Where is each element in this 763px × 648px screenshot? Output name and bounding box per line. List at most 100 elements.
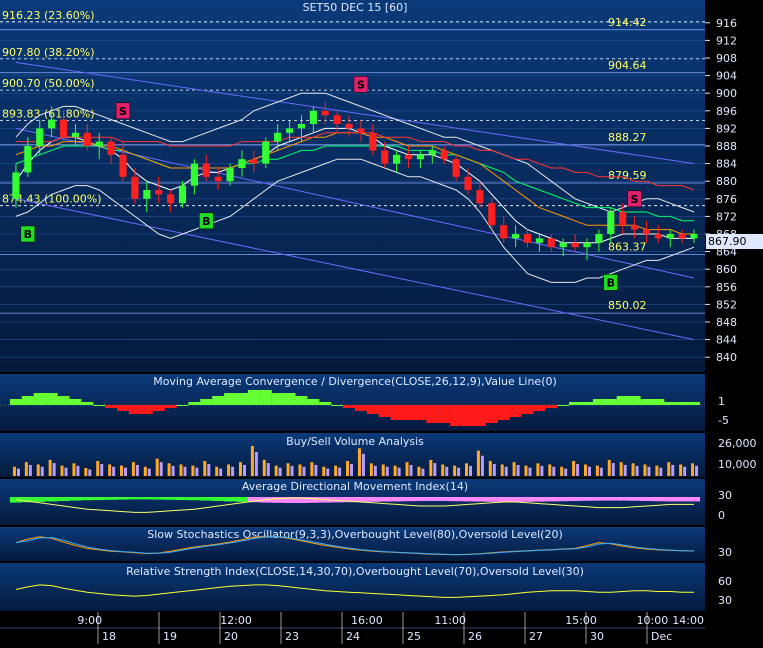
volume-buy-bar	[476, 450, 480, 476]
volume-buy-bar	[524, 465, 528, 476]
volume-buy-bar	[48, 459, 52, 476]
volume-sell-bar	[242, 464, 246, 476]
candle-body	[416, 154, 424, 160]
adx-band	[557, 497, 570, 502]
level-label: 888.27	[608, 131, 647, 144]
candle-body	[404, 154, 413, 160]
volume-tick-2: 10,000	[718, 458, 757, 471]
macd-bar	[45, 393, 58, 405]
candle-body	[654, 234, 662, 239]
adx-band	[117, 497, 130, 500]
macd-bar	[93, 405, 106, 406]
volume-buy-bar	[405, 462, 409, 476]
level-label: 904.64	[608, 59, 647, 72]
macd-bar	[307, 399, 320, 405]
volume-sell-bar	[373, 465, 377, 476]
volume-buy-bar	[346, 461, 350, 476]
volume-sell-bar	[445, 466, 449, 476]
adx-band	[497, 497, 510, 502]
macd-bar	[521, 405, 534, 414]
adx-tick-2: 0	[718, 509, 725, 522]
volume-sell-bar	[695, 465, 699, 476]
fib-label: 900.70 (50.00%)	[2, 77, 95, 90]
price-tick-label: 888	[716, 140, 737, 153]
day-label: 24	[346, 630, 360, 643]
last-price-label: 867.90	[708, 235, 747, 248]
candle-body	[393, 154, 401, 164]
candle-body	[119, 154, 127, 177]
adx-band	[485, 497, 498, 502]
day-label: Dec	[651, 630, 672, 643]
macd-bar	[81, 402, 94, 405]
candle-body	[333, 115, 341, 124]
price-panel[interactable]	[0, 0, 705, 372]
macd-bar	[640, 399, 653, 405]
macd-bar	[176, 405, 189, 406]
volume-sell-bar	[659, 467, 663, 476]
candle-body	[178, 185, 187, 204]
volume-sell-bar	[147, 468, 151, 476]
adx-tick-1: 30	[718, 489, 732, 502]
price-tick-label: 900	[716, 87, 737, 100]
volume-buy-bar	[96, 461, 100, 476]
volume-sell-bar	[504, 466, 508, 476]
adx-band	[57, 497, 70, 501]
volume-sell-bar	[40, 466, 44, 476]
macd-bar	[676, 402, 689, 405]
fib-label: 916.23 (23.60%)	[2, 9, 95, 22]
candle-body	[559, 242, 567, 248]
volume-buy-bar	[417, 466, 421, 476]
candle-body	[167, 194, 175, 204]
adx-band	[545, 497, 558, 502]
volume-sell-bar	[266, 463, 270, 476]
volume-buy-bar	[286, 463, 290, 476]
adx-band	[93, 497, 106, 500]
price-tick-label: 852	[716, 298, 737, 311]
macd-bar	[140, 405, 153, 414]
macd-bar	[462, 405, 475, 426]
volume-sell-bar	[207, 464, 211, 476]
volume-buy-bar	[262, 459, 266, 476]
macd-bar	[414, 405, 427, 420]
macd-bar	[366, 405, 379, 414]
adx-band	[164, 497, 177, 500]
adx-band	[128, 497, 141, 500]
volume-buy-bar	[441, 464, 445, 476]
volume-buy-bar	[583, 464, 587, 476]
price-tick-label: 844	[716, 334, 737, 347]
macd-bar	[652, 399, 665, 405]
volume-sell-bar	[100, 464, 104, 476]
rsi-tick-1: 60	[718, 575, 732, 588]
volume-buy-bar	[274, 465, 278, 476]
adx-band	[402, 497, 415, 502]
time-label: 10:00	[637, 614, 669, 627]
candle-body	[214, 176, 222, 182]
adx-band	[438, 497, 451, 501]
stoch-tick-1: 30	[718, 546, 732, 559]
price-tick-label: 896	[716, 105, 737, 118]
signal-label: B	[202, 215, 210, 228]
volume-sell-bar	[552, 466, 556, 476]
volume-sell-bar	[492, 464, 496, 476]
volume-buy-bar	[500, 464, 504, 476]
volume-sell-bar	[183, 466, 187, 476]
volume-sell-bar	[28, 464, 32, 476]
candle-body	[571, 242, 579, 248]
volume-buy-bar	[381, 464, 385, 476]
candle-body	[547, 238, 555, 248]
volume-sell-bar	[611, 463, 615, 476]
volume-sell-bar	[528, 467, 532, 476]
price-tick-label: 908	[716, 52, 737, 65]
macd-tick-2: -5	[718, 414, 729, 427]
adx-band	[152, 497, 165, 500]
time-label: 11:00	[434, 614, 466, 627]
fib-label: 893.83 (61.80%)	[2, 107, 95, 120]
candle-body	[48, 119, 56, 129]
chart-canvas[interactable]: 916.23 (23.60%) 907.80 (38.20%) 900.70 (50…	[0, 0, 763, 644]
macd-bar	[188, 402, 201, 405]
volume-buy-bar	[465, 463, 469, 476]
adx-band	[462, 497, 475, 502]
volume-sell-bar	[564, 468, 568, 476]
candle-body	[666, 234, 674, 239]
volume-buy-bar	[429, 459, 433, 476]
